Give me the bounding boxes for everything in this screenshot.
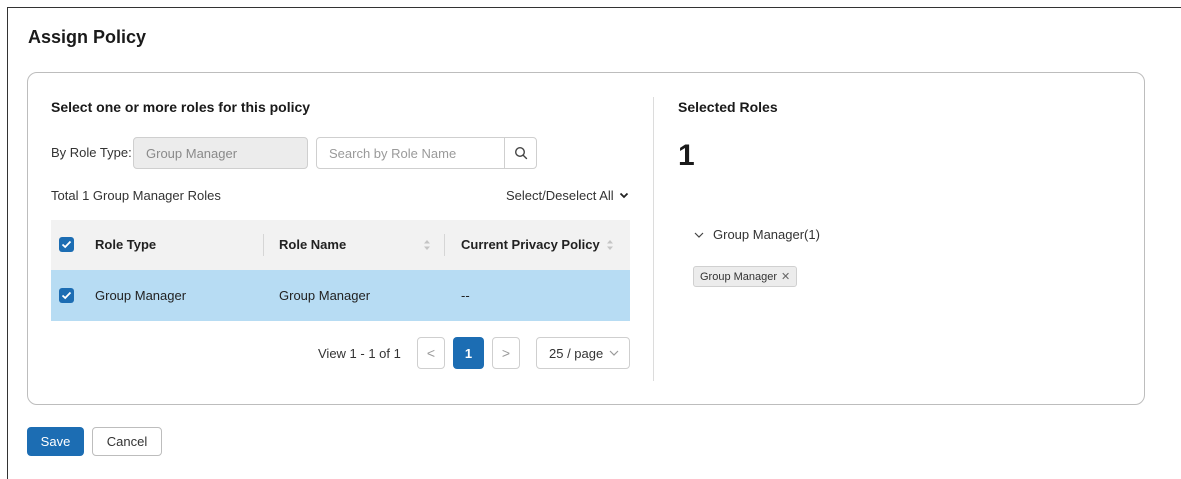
table-row[interactable]: Group Manager Group Manager --	[51, 270, 630, 321]
chevron-down-icon	[619, 192, 628, 199]
column-separator	[444, 234, 445, 256]
chevron-down-icon	[609, 350, 619, 356]
search-icon	[514, 146, 527, 160]
checkmark-icon	[61, 291, 72, 300]
sort-icon[interactable]	[423, 239, 431, 251]
cell-current-privacy-policy: --	[461, 288, 470, 303]
page-size-value: 25 / page	[549, 345, 604, 361]
sort-icon[interactable]	[606, 239, 614, 251]
section-title: Select one or more roles for this policy	[51, 99, 311, 115]
selected-roles-title: Selected Roles	[678, 99, 778, 115]
save-button[interactable]: Save	[27, 427, 84, 456]
checkmark-icon	[61, 240, 72, 249]
table-header: Role Type Role Name Current Privacy Poli…	[51, 220, 630, 270]
page-1-button[interactable]: 1	[453, 337, 484, 369]
frame-border-top	[7, 7, 1181, 8]
page-size-select[interactable]: 25 / page	[536, 337, 630, 369]
role-type-field: Group Manager	[133, 137, 308, 169]
page-title: Assign Policy	[28, 27, 147, 47]
selected-role-tag: Group Manager ✕	[693, 266, 798, 287]
prev-page-button[interactable]: <	[417, 337, 445, 369]
frame-border-left	[7, 7, 8, 479]
close-icon[interactable]: ✕	[781, 270, 790, 283]
select-deselect-all-label: Select/Deselect All	[506, 188, 614, 203]
chevron-down-icon	[694, 232, 704, 238]
search-button[interactable]	[504, 138, 536, 168]
column-header-current-privacy-policy[interactable]: Current Privacy Policy	[461, 237, 600, 252]
cell-role-name: Group Manager	[279, 288, 371, 303]
group-manager-toggle[interactable]: Group Manager(1)	[694, 227, 820, 242]
cell-role-type: Group Manager	[95, 288, 187, 303]
row-checkbox[interactable]	[59, 288, 74, 303]
chevron-left-icon: <	[426, 345, 436, 361]
role-type-label: By Role Type:	[51, 145, 132, 160]
column-header-role-name[interactable]: Role Name	[279, 237, 346, 252]
panel-divider	[653, 97, 654, 381]
total-roles-label: Total 1 Group Manager Roles	[51, 188, 221, 203]
search-box	[316, 137, 537, 169]
tag-label: Group Manager	[700, 270, 778, 283]
next-page-button[interactable]: >	[492, 337, 520, 369]
group-label: Group Manager(1)	[713, 227, 820, 242]
chevron-right-icon: >	[501, 345, 511, 361]
search-input[interactable]	[317, 138, 506, 168]
select-deselect-all-dropdown[interactable]: Select/Deselect All	[506, 188, 629, 203]
column-header-role-type: Role Type	[95, 237, 157, 252]
column-separator	[263, 234, 264, 256]
selected-roles-count: 1	[678, 139, 695, 172]
pagination-summary: View 1 - 1 of 1	[318, 346, 401, 361]
cancel-button[interactable]: Cancel	[92, 427, 162, 456]
select-all-checkbox[interactable]	[59, 237, 74, 252]
roles-table: Role Type Role Name Current Privacy Poli…	[51, 220, 630, 322]
